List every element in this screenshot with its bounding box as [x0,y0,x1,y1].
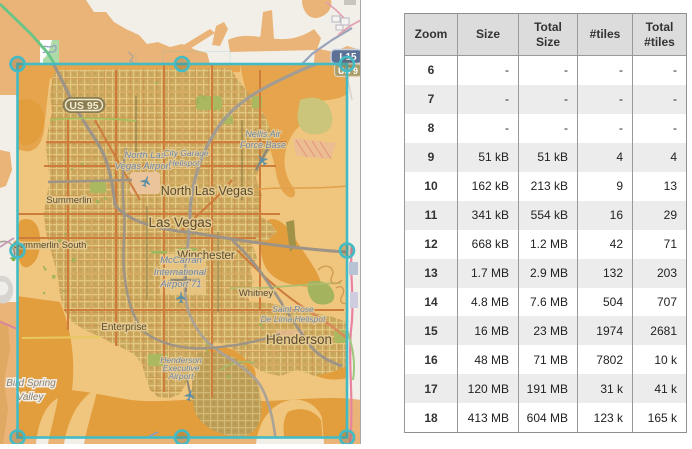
svg-text:Valley: Valley [17,392,45,403]
svg-text:Whitney: Whitney [239,288,274,299]
svg-text:Summerlin: Summerlin [46,195,91,206]
svg-text:De Lima Helispot: De Lima Helispot [261,314,326,324]
svg-text:Henderson: Henderson [266,332,332,347]
svg-text:Force Base: Force Base [240,140,286,150]
svg-text:Nellis Air: Nellis Air [245,129,281,139]
svg-text:Saint Rose: Saint Rose [272,304,314,314]
svg-text:Helispot: Helispot [169,158,200,168]
svg-text:Las Vegas: Las Vegas [148,215,211,230]
svg-text:Vegas Airport: Vegas Airport [115,161,172,172]
svg-text:Bird Spring: Bird Spring [6,378,56,389]
svg-text:Airport: Airport [167,371,194,381]
svg-text:US 95: US 95 [69,100,98,112]
svg-text:Airport 71: Airport 71 [159,279,201,290]
svg-text:North Las: North Las [124,150,165,161]
svg-text:Enterprise: Enterprise [101,322,147,333]
svg-text:McCarran: McCarran [160,255,202,266]
svg-text:City Garage: City Garage [163,148,209,158]
svg-text:North Las Vegas: North Las Vegas [161,184,253,198]
svg-text:International: International [154,267,207,278]
